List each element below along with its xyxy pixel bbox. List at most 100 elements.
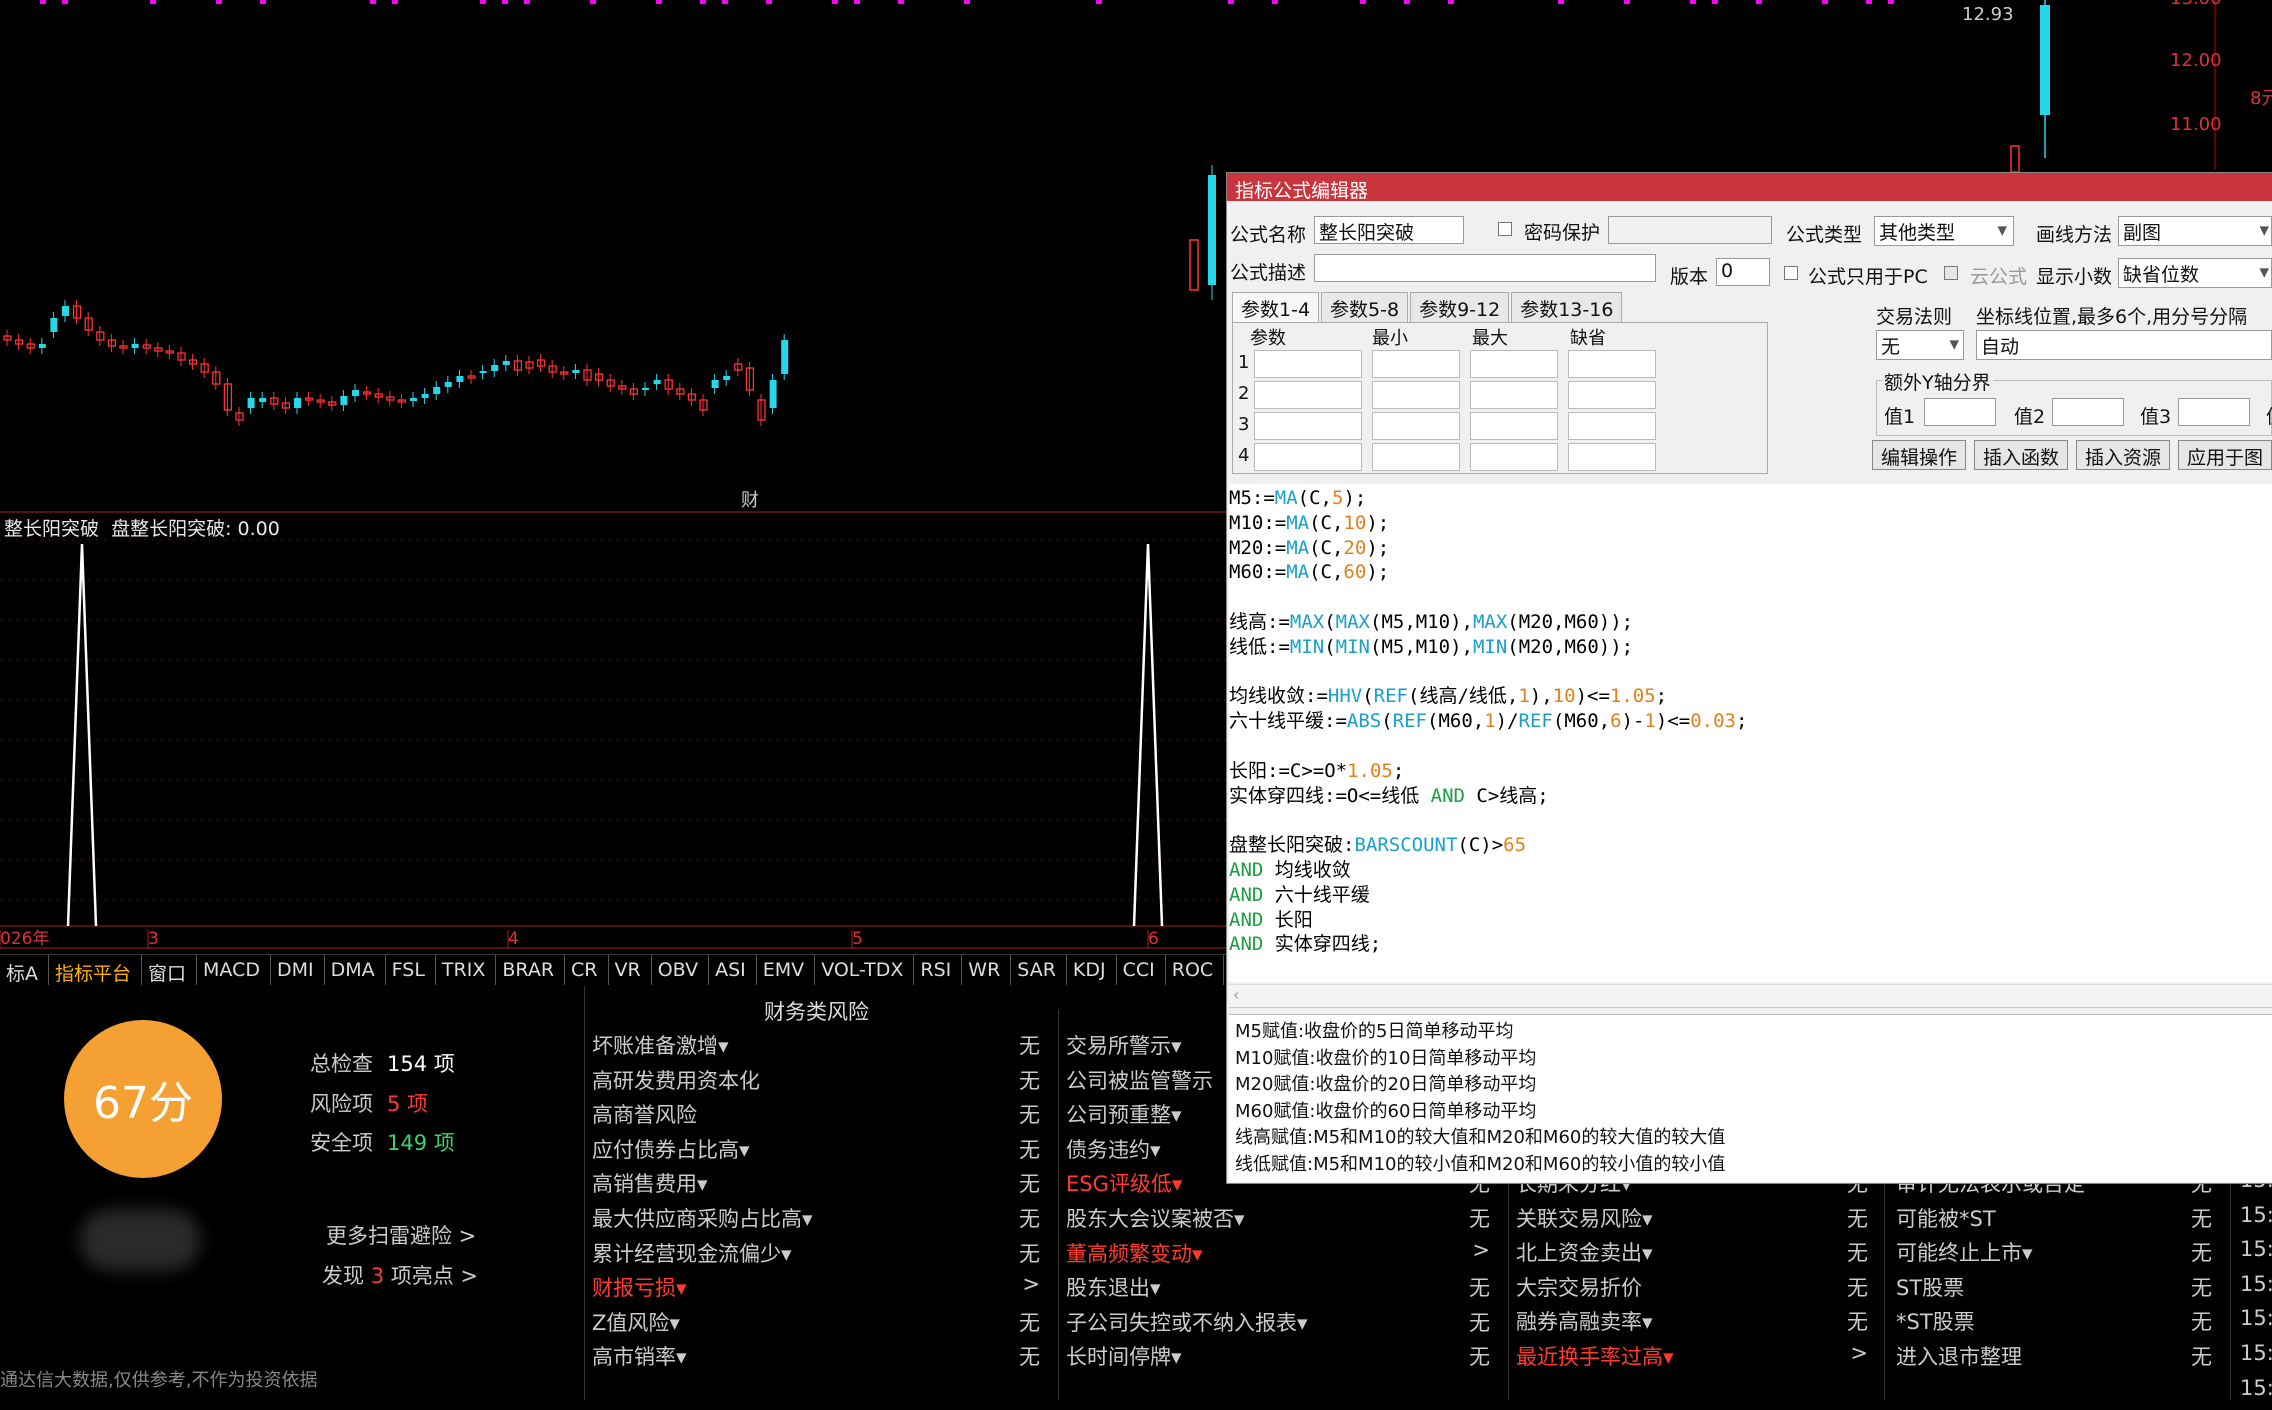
tab-sar[interactable]: SAR: [1011, 955, 1067, 985]
tab-obv[interactable]: OBV: [652, 955, 709, 985]
top-marker: [1756, 0, 1762, 4]
param-tab-4[interactable]: 参数13-16: [1511, 292, 1622, 324]
button-3[interactable]: 插入资源: [2076, 440, 2170, 470]
tab-cci[interactable]: CCI: [1117, 955, 1166, 985]
risk-item[interactable]: 高商誉风险 无: [592, 1099, 1040, 1134]
password-input[interactable]: [1608, 216, 1772, 244]
param-cell[interactable]: [1568, 443, 1656, 471]
param-tab-2[interactable]: 参数5-8: [1321, 292, 1408, 324]
risk-item[interactable]: 长时间停牌▾ 无: [1066, 1341, 1490, 1376]
trade-rule-select[interactable]: 无 ▾: [1876, 330, 1964, 360]
risk-item[interactable]: 高市销率▾ 无: [592, 1341, 1040, 1376]
tab-wr[interactable]: WR: [962, 955, 1011, 985]
version-input[interactable]: 0: [1716, 258, 1770, 286]
param-cell[interactable]: [1372, 350, 1460, 378]
param-tab-1[interactable]: 参数1-4: [1232, 292, 1319, 324]
risk-item[interactable]: 应付债券占比高▾ 无: [592, 1134, 1040, 1169]
button-2[interactable]: 插入函数: [1974, 440, 2068, 470]
code-line: M60:=MA(C,60);: [1229, 560, 2272, 585]
risk-item[interactable]: Z值风险▾ 无: [592, 1307, 1040, 1342]
tab-emv[interactable]: EMV: [757, 955, 815, 985]
formula-name-input[interactable]: 整长阳突破: [1314, 216, 1464, 244]
value1-input[interactable]: [1924, 398, 1996, 426]
tab-窗口[interactable]: 窗口: [142, 955, 197, 985]
tab-asi[interactable]: ASI: [709, 955, 757, 985]
value2-input[interactable]: [2052, 398, 2124, 426]
param-cell[interactable]: [1254, 350, 1362, 378]
tab-dma[interactable]: DMA: [325, 955, 386, 985]
tab-brar[interactable]: BRAR: [496, 955, 565, 985]
risk-item[interactable]: 高销售费用▾ 无: [592, 1168, 1040, 1203]
param-cell[interactable]: [1254, 381, 1362, 409]
formula-code-editor[interactable]: M5:=MA(C,5); M10:=MA(C,10); M20:=MA(C,20);…: [1229, 484, 2272, 982]
candle-down: [456, 376, 463, 382]
param-cell[interactable]: [1568, 412, 1656, 440]
param-cell[interactable]: [1372, 381, 1460, 409]
risk-item[interactable]: ST股票 无: [1896, 1272, 2212, 1307]
more-scan-link[interactable]: 更多扫雷避险 >: [326, 1220, 476, 1250]
risk-item-value: 无: [1847, 1203, 1868, 1233]
risk-item[interactable]: 可能终止上市▾ 无: [1896, 1237, 2212, 1272]
tab-标a[interactable]: 标A: [0, 955, 49, 985]
password-checkbox[interactable]: [1498, 222, 1512, 236]
risk-item[interactable]: 坏账准备激增▾ 无: [592, 1030, 1040, 1065]
param-cell[interactable]: [1372, 443, 1460, 471]
indicator-tab-bar: 标A 指标平台 窗口 MACD DMI DMA FSL TRIX BRAR CR VR OBV ASI E…: [0, 954, 1226, 985]
score-circle[interactable]: 67分: [64, 1020, 222, 1178]
button-4[interactable]: 应用于图: [2178, 440, 2272, 470]
axis-position-input[interactable]: 自动: [1976, 330, 2272, 360]
pc-only-checkbox[interactable]: [1784, 266, 1798, 280]
risk-item[interactable]: 最大供应商采购占比高▾ 无: [592, 1203, 1040, 1238]
draw-method-select[interactable]: 副图 ▾: [2118, 216, 2272, 246]
risk-item[interactable]: *ST股票 无: [1896, 1306, 2212, 1341]
code-token: );: [1343, 487, 1366, 509]
code-line: 均线收敛:=HHV(REF(线高/线低,1),10)<=1.05;: [1229, 684, 2272, 709]
param-cell[interactable]: [1470, 381, 1558, 409]
risk-item[interactable]: 进入退市整理 无: [1896, 1341, 2212, 1376]
risk-item[interactable]: 可能被*ST 无: [1896, 1203, 2212, 1238]
risk-item[interactable]: 关联交易风险▾ 无: [1516, 1203, 1868, 1238]
tab-kdj[interactable]: KDJ: [1067, 955, 1117, 985]
param-cell[interactable]: [1372, 412, 1460, 440]
risk-item[interactable]: 股东大会议案被否▾ 无: [1066, 1203, 1490, 1238]
risk-item-value: 无: [1019, 1099, 1040, 1129]
tab-trix[interactable]: TRIX: [436, 955, 496, 985]
value3-input[interactable]: [2178, 398, 2250, 426]
tab-dmi[interactable]: DMI: [271, 955, 325, 985]
scroll-left-icon[interactable]: ‹: [1233, 985, 1239, 1004]
risk-item[interactable]: 最近换手率过高▾ >: [1516, 1341, 1868, 1376]
risk-item[interactable]: 累计经营现金流偏少▾ 无: [592, 1238, 1040, 1273]
risk-item[interactable]: 大宗交易折价 无: [1516, 1272, 1868, 1307]
param-cell[interactable]: [1568, 350, 1656, 378]
param-cell[interactable]: [1254, 443, 1362, 471]
button-1[interactable]: 编辑操作: [1872, 440, 1966, 470]
tab-cr[interactable]: CR: [565, 955, 608, 985]
risk-item[interactable]: 股东退出▾ 无: [1066, 1272, 1490, 1307]
param-cell[interactable]: [1254, 412, 1362, 440]
formula-desc-input[interactable]: [1314, 254, 1656, 282]
candle-down: [259, 398, 266, 402]
risk-item[interactable]: 子公司失控或不纳入报表▾ 无: [1066, 1307, 1490, 1342]
param-tab-3[interactable]: 参数9-12: [1410, 292, 1509, 324]
param-cell[interactable]: [1470, 350, 1558, 378]
decimals-select[interactable]: 缺省位数 ▾: [2118, 258, 2272, 288]
tab-rsi[interactable]: RSI: [914, 955, 962, 985]
risk-item[interactable]: 北上资金卖出▾ 无: [1516, 1237, 1868, 1272]
tab-macd[interactable]: MACD: [197, 955, 271, 985]
tab-fsl[interactable]: FSL: [386, 955, 436, 985]
risk-item[interactable]: 财报亏损▾ >: [592, 1272, 1040, 1307]
highlights-link[interactable]: 发现 3 项亮点 >: [322, 1260, 478, 1290]
risk-item[interactable]: 高研发费用资本化 无: [592, 1065, 1040, 1100]
tab-指标平台[interactable]: 指标平台: [49, 955, 142, 985]
horizontal-scrollbar[interactable]: ‹: [1229, 984, 2272, 1008]
risk-item[interactable]: 董高频繁变动▾ >: [1066, 1238, 1490, 1273]
tab-roc[interactable]: ROC: [1166, 955, 1224, 985]
param-cell[interactable]: [1470, 443, 1558, 471]
param-cell[interactable]: [1470, 412, 1558, 440]
param-cell[interactable]: [1568, 381, 1656, 409]
risk-item[interactable]: 融券高融卖率▾ 无: [1516, 1306, 1868, 1341]
formula-type-select[interactable]: 其他类型 ▾: [1874, 216, 2014, 246]
tab-vr[interactable]: VR: [609, 955, 652, 985]
cloud-formula-checkbox[interactable]: [1944, 266, 1958, 280]
tab-vol-tdx[interactable]: VOL-TDX: [815, 955, 914, 985]
